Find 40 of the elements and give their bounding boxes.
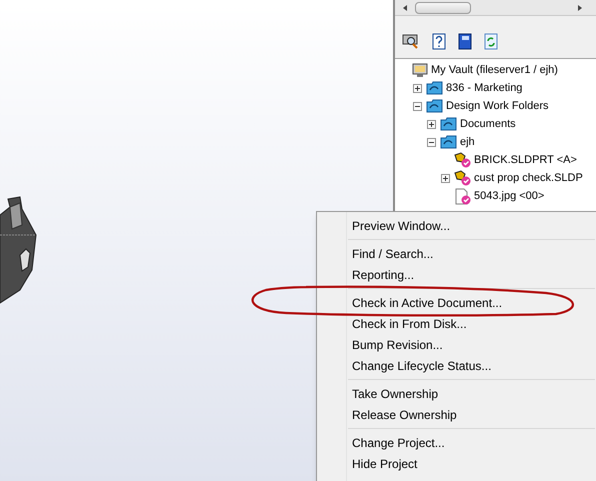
help-icon[interactable] xyxy=(432,32,446,50)
expand-toggle[interactable] xyxy=(441,174,450,182)
menu-item[interactable]: Change Project... xyxy=(317,432,596,453)
tree-item-label[interactable]: 5043.jpg <00> xyxy=(474,188,544,204)
tree-item-label[interactable]: ejh xyxy=(460,134,475,150)
tree-item-label[interactable]: BRICK.SLDPRT <A> xyxy=(474,152,577,168)
menu-item[interactable]: Hide Project xyxy=(317,453,596,474)
tree-item-label[interactable]: My Vault (fileserver1 / ejh) xyxy=(431,62,558,78)
tree-item-label[interactable]: cust prop check.SLDP xyxy=(474,170,583,186)
computer-icon xyxy=(412,62,428,78)
search-icon[interactable] xyxy=(402,33,420,49)
expand-toggle[interactable] xyxy=(427,120,436,128)
refresh-icon[interactable] xyxy=(484,32,498,50)
folder-icon xyxy=(440,135,457,149)
part-checked-out-icon xyxy=(454,152,471,168)
image-file-icon xyxy=(454,188,471,204)
menu-item[interactable]: Take Ownership xyxy=(317,383,596,404)
menu-item[interactable]: Reporting... xyxy=(317,264,596,285)
collapse-toggle[interactable] xyxy=(413,102,422,110)
menu-item[interactable]: Check in Active Document... xyxy=(317,292,596,313)
menu-item[interactable]: Bump Revision... xyxy=(317,334,596,355)
horizontal-scrollbar[interactable] xyxy=(395,0,596,16)
folder-icon xyxy=(426,81,443,95)
menu-item[interactable]: Release Ownership xyxy=(317,404,596,425)
menu-item[interactable]: Preview Window... xyxy=(317,215,596,236)
menu-item[interactable]: Change Lifecycle Status... xyxy=(317,355,596,376)
menu-item[interactable]: Check in From Disk... xyxy=(317,313,596,334)
tree-item-label[interactable]: Documents xyxy=(460,116,516,132)
folder-icon xyxy=(426,99,443,113)
tree-item-label[interactable]: Design Work Folders xyxy=(446,98,548,114)
scroll-right-icon[interactable] xyxy=(578,4,582,10)
folder-icon xyxy=(440,117,457,131)
tree-item-label[interactable]: 836 - Marketing xyxy=(446,80,522,96)
part-checked-out-icon xyxy=(454,170,471,186)
menu-item[interactable]: Find / Search... xyxy=(317,243,596,264)
expand-toggle[interactable] xyxy=(413,84,422,92)
collapse-toggle[interactable] xyxy=(427,138,436,146)
book-icon[interactable] xyxy=(458,32,472,50)
scrollbar-thumb[interactable] xyxy=(415,2,471,14)
scroll-left-icon[interactable] xyxy=(403,4,407,10)
